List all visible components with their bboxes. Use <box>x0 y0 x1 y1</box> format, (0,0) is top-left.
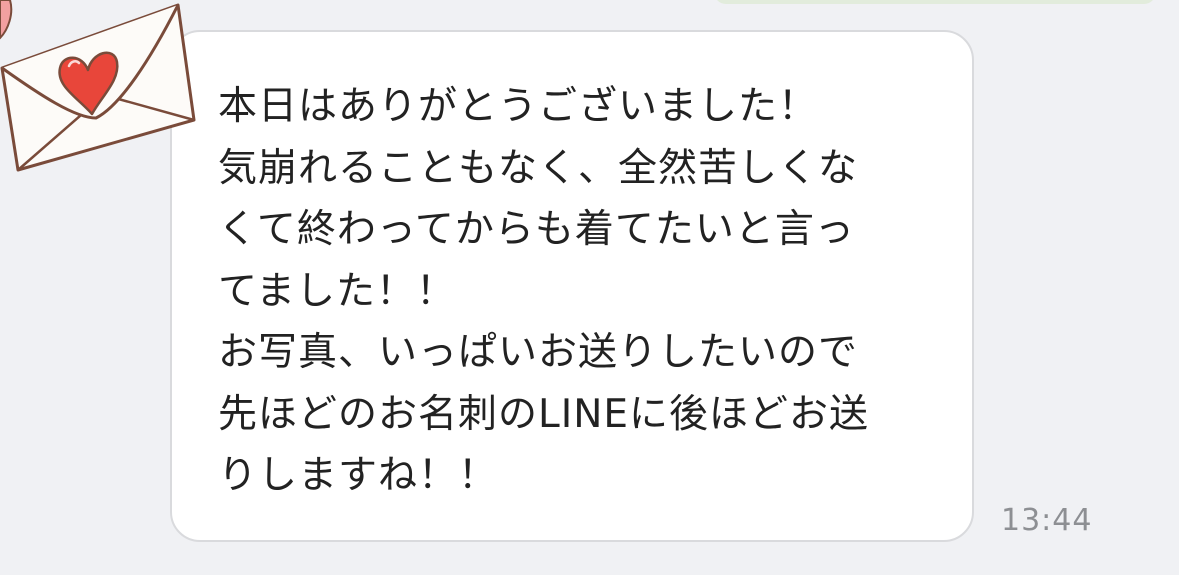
message-line: 先ほどのお名刺のLINEに後ほどお送 <box>218 391 870 437</box>
chat-area: 本日はありがとうございました！ 気崩れることもなく、全然苦しくな くて終わってか… <box>0 0 1179 575</box>
message-line: 気崩れることもなく、全然苦しくな <box>218 145 859 191</box>
previous-message-bubble[interactable] <box>714 0 1156 4</box>
message-line: くて終わってからも着てたいと言っ <box>218 207 855 252</box>
message-timestamp: 13:44 <box>1001 503 1093 538</box>
message-text: 本日はありがとうございました！ 気崩れることもなく、全然苦しくな くて終わってか… <box>218 76 958 507</box>
message-line: てました！！ <box>218 268 457 314</box>
message-line: 本日はありがとうございました！ <box>218 84 819 129</box>
message-line: りしますね！！ <box>218 453 499 498</box>
envelope-heart-icon <box>0 0 196 172</box>
message-line: お写真、いっぱいお送りしたいので <box>218 330 859 375</box>
